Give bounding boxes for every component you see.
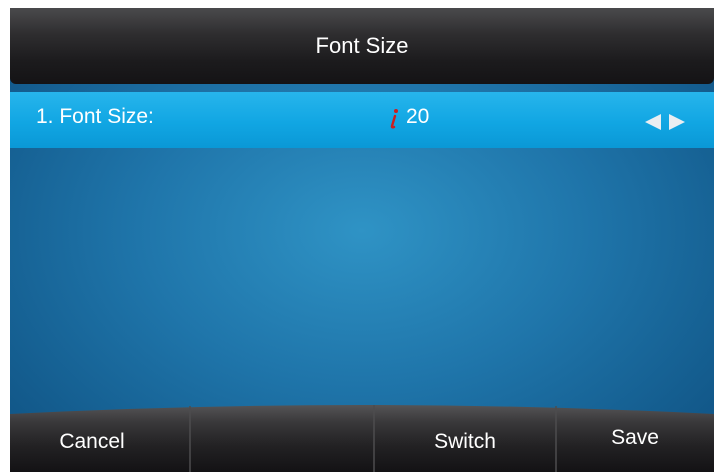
switch-softkey-label: Switch: [434, 430, 496, 453]
cancel-softkey-label: Cancel: [59, 430, 125, 453]
ime-indicator-icon: [390, 109, 398, 129]
list-item-label: 1. Font Size:: [36, 105, 154, 128]
save-softkey-label: Save: [611, 426, 659, 449]
arrow-right-icon[interactable]: [668, 114, 686, 130]
empty-softkey[interactable]: [190, 400, 374, 472]
arrow-left-icon[interactable]: [644, 114, 662, 130]
page-title: Font Size: [315, 33, 409, 58]
switch-softkey[interactable]: Switch: [374, 400, 556, 472]
list-item-font-size[interactable]: 1. Font Size: 20: [10, 92, 714, 148]
cancel-softkey[interactable]: Cancel: [10, 400, 190, 472]
save-softkey[interactable]: Save: [556, 400, 714, 472]
softkey-bar: Cancel Switch Save: [10, 400, 714, 472]
title-bar: Font Size: [10, 8, 714, 84]
phone-screen: Font Size 1. Font Size: 20 Cancel Switch…: [10, 8, 714, 472]
font-size-value: 20: [406, 105, 430, 128]
